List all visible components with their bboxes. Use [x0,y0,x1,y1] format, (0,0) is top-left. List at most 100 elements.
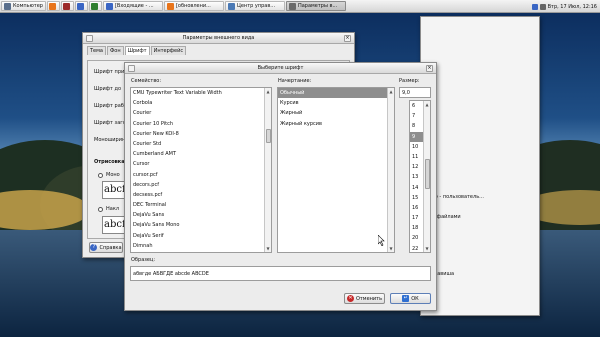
font-style-item[interactable]: Жирный [278,108,394,118]
dialog-title: Выберите шрифт [257,65,304,71]
font-family-item[interactable]: DEC Terminal [131,200,271,210]
slant-sample: abcfe [102,216,132,234]
cancel-label: Отменить [355,295,383,302]
font-chooser-dialog: Выберите шрифт × Семейство: Начертание: … [124,62,437,311]
ok-button[interactable]: ↵ ОК [390,293,431,304]
slant-option-label: Накл [106,206,120,212]
font-family-item[interactable]: CMU Typewriter Text Variable Width [131,88,271,98]
taskbar-button-label: [Входящие - ... [114,3,154,9]
taskbar-button[interactable]: Параметры в... [285,1,346,11]
font-family-item[interactable]: DejaVu Sans [131,210,271,220]
appearance-title: Параметры внешнего вида [182,35,255,41]
desktop-font-label: Шрифт раб [94,103,124,109]
font-family-item[interactable]: Dimnah [131,241,271,251]
clock[interactable]: Втр, 17 Июл, 12:16 [548,4,597,10]
font-style-item[interactable]: Жирный курсив [278,119,394,129]
font-family-item[interactable]: Cumberland AMT [131,149,271,159]
dialog-titlebar[interactable]: Выберите шрифт × [125,63,436,74]
mono-option-label: Моно [106,172,120,178]
help-label: Справка [99,244,122,251]
app-icon [48,2,56,10]
mouse-pointer-icon [378,235,385,246]
bg-text-1: мо - пользователь... [431,194,484,200]
tab-interface[interactable]: Интерфейс [150,46,187,55]
title-font-label: Шрифт заго [94,120,126,126]
scroll-down-icon[interactable]: ▼ [265,245,271,252]
rendering-title: Отрисовка [94,159,125,165]
taskbar-button-label: Параметры в... [297,3,338,9]
taskbar-button[interactable]: [Входящие - ... [102,1,163,11]
font-family-item[interactable]: cursor.pcf [131,170,271,180]
help-button[interactable]: ? Справка [89,242,123,253]
app-icon [62,2,70,10]
ok-icon: ↵ [402,295,410,302]
font-family-item[interactable]: Corbola [131,98,271,108]
font-style-item[interactable]: Курсив [278,98,394,108]
taskbar-button-label: Компьютер [13,3,43,9]
tab-background[interactable]: Фон [106,46,124,55]
help-icon: ? [90,244,98,251]
appearance-titlebar[interactable]: Параметры внешнего вида × [83,33,354,44]
taskbar: Компьютер [Входящие - ... [обновлени... Цен… [0,0,600,13]
scroll-down-icon[interactable]: ▼ [388,245,394,252]
cancel-icon: ✕ [346,295,354,302]
monospace-font-label: Моноширин [94,137,126,143]
font-family-item[interactable]: DejaVu Serif [131,231,271,241]
network-icon[interactable] [531,3,538,10]
taskbar-button-label: Центр управ... [236,3,276,9]
app-icon [288,2,296,10]
app-icon [76,2,84,10]
window-menu-icon[interactable] [86,35,93,42]
control-center-window: мо - пользователь... ю файлами клавиша [420,16,540,316]
font-family-item[interactable]: Cursor [131,159,271,169]
document-font-label: Шрифт до [94,86,122,92]
scroll-thumb[interactable] [266,129,271,143]
scroll-down-icon[interactable]: ▼ [424,245,430,252]
font-family-item[interactable]: decors.pcf [131,180,271,190]
font-family-item[interactable]: DejaVu Sans Mono [131,220,271,230]
family-list[interactable]: CMU Typewriter Text Variable Width Corbol… [130,87,272,253]
taskbar-button[interactable]: Компьютер [1,1,46,11]
volume-icon[interactable] [539,3,546,10]
taskbar-button[interactable] [74,1,88,11]
taskbar-button[interactable]: Центр управ... [224,1,285,11]
size-input[interactable]: 9,0 [399,87,431,98]
size-label: Размер: [399,78,420,84]
font-family-item[interactable]: Courier Std [131,139,271,149]
taskbar-button[interactable] [60,1,74,11]
sample-preview-field[interactable]: абвгде АБВГДЕ abcde ABCDE [130,266,431,281]
size-list[interactable]: 6 7 8 9 10 11 12 13 14 15 16 17 18 20 22 ▲ ▼ [409,100,431,253]
font-family-item[interactable]: Courier New KOI-8 [131,129,271,139]
font-style-item[interactable]: Обычный [278,88,394,99]
appearance-tabs: Тема Фон Шрифт Интерфейс [83,44,354,55]
scroll-up-icon[interactable]: ▲ [388,88,394,95]
window-menu-icon[interactable] [128,65,135,72]
app-font-label: Шрифт при [94,69,125,75]
family-rows: CMU Typewriter Text Variable Width Corbol… [131,88,271,251]
system-tray: Втр, 17 Июл, 12:16 [531,1,600,12]
style-list[interactable]: Обычный Курсив Жирный Жирный курсив ▲ ▼ [277,87,395,253]
close-icon[interactable]: × [426,65,433,72]
scroll-thumb[interactable] [425,159,430,189]
family-scrollbar[interactable]: ▲ ▼ [264,88,271,252]
font-family-item[interactable]: Courier 10 Pitch [131,119,271,129]
scroll-up-icon[interactable]: ▲ [265,88,271,95]
tab-theme[interactable]: Тема [87,46,106,55]
taskbar-button[interactable] [46,1,60,11]
tab-fonts[interactable]: Шрифт [124,46,150,55]
cancel-button[interactable]: ✕ Отменить [344,293,385,304]
scroll-up-icon[interactable]: ▲ [424,101,430,108]
font-family-item[interactable]: Courier [131,108,271,118]
style-scrollbar[interactable]: ▲ ▼ [387,88,394,252]
style-label: Начертание: [278,78,312,84]
size-scrollbar[interactable]: ▲ ▼ [423,101,430,252]
taskbar-button[interactable] [88,1,102,11]
taskbar-button[interactable]: [обновлени... [163,1,224,11]
mono-sample: abcfe [102,181,132,199]
family-label: Семейство: [131,78,162,84]
mono-radio[interactable] [98,173,103,178]
slant-radio[interactable] [98,207,103,212]
close-icon[interactable]: × [344,35,351,42]
font-family-item[interactable]: decsess.pcf [131,190,271,200]
style-rows: Обычный Курсив Жирный Жирный курсив [278,88,394,129]
